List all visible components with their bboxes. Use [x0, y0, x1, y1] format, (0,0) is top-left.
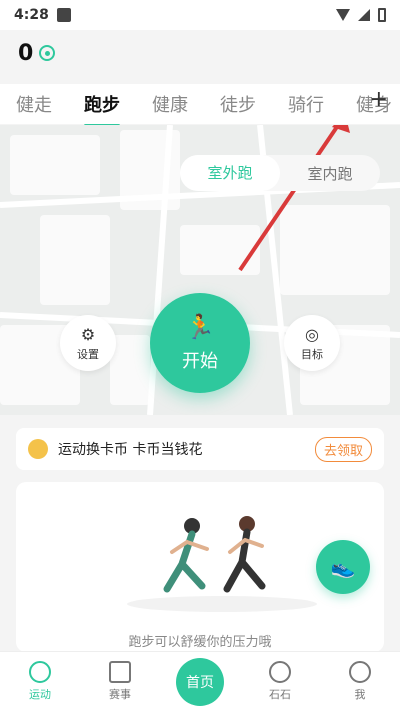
target-icon: ◎	[305, 324, 319, 344]
bottom-nav: 运动 赛事 首页 石石 我	[0, 651, 400, 711]
nav-me[interactable]: 我	[320, 661, 400, 702]
goal-button[interactable]: ◎ 目标	[284, 315, 340, 371]
ring-icon	[269, 661, 291, 683]
drop-icon	[29, 661, 51, 683]
home-button: 首页	[176, 657, 224, 706]
motivation-card: 👟 跑步可以舒缓你的压力哦	[16, 482, 384, 652]
nav-stones-label: 石石	[269, 688, 291, 701]
goal-label: 目标	[301, 347, 323, 361]
nav-stones[interactable]: 石石	[240, 661, 320, 702]
start-label: 开始	[182, 351, 218, 372]
status-time: 4:28	[14, 7, 49, 23]
notification-icon	[56, 8, 71, 22]
points-display[interactable]: 0	[18, 38, 56, 68]
tab-health[interactable]: 健康	[152, 91, 188, 117]
status-icons	[336, 8, 386, 22]
tab-run[interactable]: 跑步	[84, 91, 120, 127]
map-area[interactable]: 室外跑 室内跑 ⚙ 设置 🏃 开始 ◎ 目标	[0, 125, 400, 415]
indoor-run-option[interactable]: 室内跑	[280, 163, 380, 184]
run-shoe-button[interactable]: 👟	[316, 540, 370, 594]
nav-sport[interactable]: 运动	[0, 661, 80, 702]
gear-icon: ⚙	[80, 324, 96, 344]
coin-banner[interactable]: 运动换卡币 卡币当钱花 去领取	[16, 428, 384, 470]
settings-label: 设置	[77, 347, 99, 361]
runners-illustration	[127, 516, 317, 612]
shoe-icon: 👟	[330, 555, 356, 579]
coin-icon	[28, 439, 48, 459]
settings-button[interactable]: ⚙ 设置	[60, 315, 116, 371]
add-tab-icon[interactable]: +	[370, 87, 388, 112]
badge-icon	[109, 661, 131, 683]
runner-icon: 🏃	[185, 313, 215, 341]
points-value: 0	[18, 40, 34, 66]
nav-events-label: 赛事	[109, 688, 131, 701]
battery-icon	[378, 8, 386, 22]
tab-cycle[interactable]: 骑行	[288, 91, 324, 117]
nav-me-label: 我	[354, 688, 366, 701]
signal-icon	[358, 9, 370, 21]
tab-hike[interactable]: 徒步	[220, 91, 256, 117]
points-icon	[39, 45, 56, 61]
run-mode-toggle: 室外跑 室内跑	[180, 155, 380, 191]
bear-icon	[349, 661, 371, 683]
claim-button[interactable]: 去领取	[314, 436, 372, 462]
status-bar: 4:28	[0, 0, 400, 30]
tab-walk[interactable]: 健走	[16, 91, 52, 117]
nav-sport-label: 运动	[29, 688, 51, 701]
nav-home[interactable]: 首页	[160, 657, 240, 706]
nav-events[interactable]: 赛事	[80, 661, 160, 702]
outdoor-run-option[interactable]: 室外跑	[180, 155, 280, 191]
card-caption: 跑步可以舒缓你的压力哦	[128, 635, 272, 650]
sport-tabs: 健走 跑步 健康 徒步 骑行 健身 +	[0, 84, 400, 127]
wifi-icon	[336, 9, 350, 21]
start-button[interactable]: 🏃 开始	[150, 293, 250, 393]
banner-text: 运动换卡币 卡币当钱花	[58, 442, 203, 458]
